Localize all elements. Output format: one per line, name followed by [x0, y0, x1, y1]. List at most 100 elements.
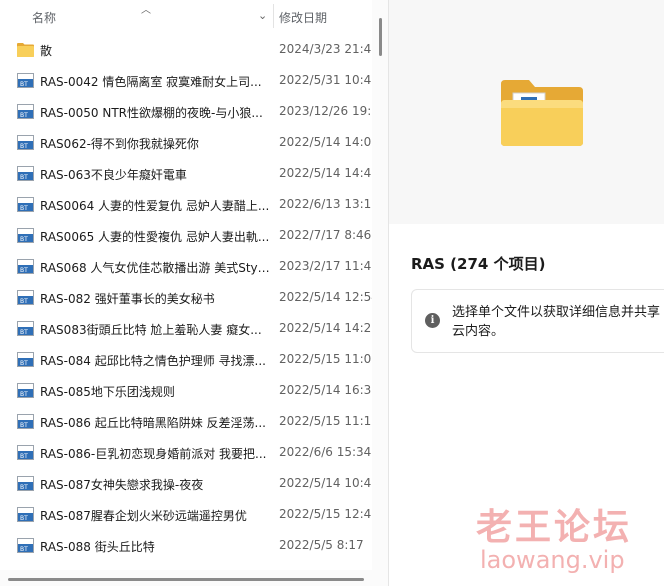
torrent-file-icon: BT	[17, 445, 34, 460]
file-name: RAS-086-巨乳初恋现身婚前派对 我要把...	[40, 447, 267, 461]
torrent-file-icon: BT	[17, 166, 34, 181]
torrent-file-icon: BT	[17, 290, 34, 305]
svg-text:BT: BT	[20, 329, 28, 336]
svg-text:BT: BT	[20, 298, 28, 305]
file-row[interactable]: BT RAS-088 街头丘比特 2022/5/5 8:17	[0, 530, 372, 561]
svg-text:BT: BT	[20, 267, 28, 274]
file-date: 2023/2/17 11:49	[279, 259, 372, 273]
file-row[interactable]: BT RAS-082 强奸董事长的美女秘书 2022/5/14 12:54	[0, 282, 372, 313]
column-separator[interactable]	[273, 4, 274, 28]
file-row[interactable]: BT RAS0065 人妻的性愛複仇 忌妒人妻出軌... 2022/7/17 8:4…	[0, 220, 372, 251]
file-date: 2023/12/26 19:2	[279, 104, 372, 118]
file-row[interactable]: BT RAS-086 起丘比特暗黑陷阱妹 反差淫荡... 2022/5/15 11:…	[0, 406, 372, 437]
svg-text:BT: BT	[20, 391, 28, 398]
file-row[interactable]: BT RAS-087女神失戀求我操-夜夜 2022/5/14 10:42	[0, 468, 372, 499]
vertical-scrollbar[interactable]	[372, 0, 388, 586]
file-date: 2022/5/14 12:54	[279, 290, 372, 304]
file-row[interactable]: BT RAS-0042 情色隔离室 寂寞难耐女上司... 2022/5/31 10:…	[0, 65, 372, 96]
file-name: RAS-087女神失戀求我操-夜夜	[40, 478, 204, 492]
torrent-file-icon: BT	[17, 135, 34, 150]
file-row[interactable]: BT RAS068 人气女优佳芯散播出游 美式Styl... 2023/2/17 1…	[0, 251, 372, 282]
svg-text:BT: BT	[20, 143, 28, 150]
info-text: 选择单个文件以获取详细信息并共享云内容。	[452, 305, 661, 339]
torrent-file-icon: BT	[17, 383, 34, 398]
torrent-file-icon: BT	[17, 228, 34, 243]
file-name: 散	[40, 44, 53, 58]
torrent-file-icon: BT	[17, 507, 34, 522]
file-name: RAS-085地下乐团浅规则	[40, 385, 175, 399]
file-row[interactable]: BT RAS-087腥春企划火米砂远端遥控男优 2022/5/15 12:42	[0, 499, 372, 530]
file-name: RAS-0042 情色隔离室 寂寞难耐女上司...	[40, 75, 262, 89]
svg-text:BT: BT	[20, 546, 28, 553]
file-name: RAS-0050 NTR性欲爆棚的夜晚-与小狼...	[40, 106, 263, 120]
file-date: 2022/5/14 14:06	[279, 135, 372, 149]
svg-text:BT: BT	[20, 236, 28, 243]
column-header: 名称 ︿ ⌄ 修改日期	[0, 0, 372, 34]
file-row[interactable]: BT RAS-084 起邱比特之情色护理师 寻找漂... 2022/5/15 11:…	[0, 344, 372, 375]
file-name: RAS-087腥春企划火米砂远端遥控男优	[40, 509, 247, 523]
file-name: RAS068 人气女优佳芯散播出游 美式Styl...	[40, 261, 270, 275]
file-date: 2022/5/31 10:45	[279, 73, 372, 87]
file-name: RAS-088 街头丘比特	[40, 540, 155, 554]
torrent-file-icon: BT	[17, 476, 34, 491]
file-date: 2022/7/17 8:46	[279, 228, 372, 242]
folder-icon	[17, 42, 34, 57]
file-name: RAS-084 起邱比特之情色护理师 寻找漂...	[40, 354, 266, 368]
torrent-file-icon: BT	[17, 352, 34, 367]
file-name: RAS083街頭丘比特 尬上羞恥人妻 癡女...	[40, 323, 262, 337]
column-date-header[interactable]: 修改日期	[279, 9, 327, 26]
file-date: 2022/6/13 13:11	[279, 197, 372, 211]
file-date: 2022/5/15 11:09	[279, 352, 372, 366]
torrent-file-icon: BT	[17, 414, 34, 429]
file-list-pane: 名称 ︿ ⌄ 修改日期 散 2024/3/23 21:43 BT RAS-0042 情…	[0, 0, 388, 586]
file-row[interactable]: 散 2024/3/23 21:43	[0, 34, 372, 65]
svg-text:BT: BT	[20, 174, 28, 181]
file-date: 2022/5/5 8:17	[279, 538, 364, 552]
file-date: 2022/6/6 15:34	[279, 445, 372, 459]
watermark-title: 老王论坛	[476, 507, 633, 548]
file-name: RAS-082 强奸董事长的美女秘书	[40, 292, 215, 306]
file-row[interactable]: BT RAS-085地下乐团浅规则 2022/5/14 16:31	[0, 375, 372, 406]
folder-preview-icon: BT	[501, 80, 583, 146]
svg-text:BT: BT	[20, 81, 28, 88]
file-name: RAS0065 人妻的性愛複仇 忌妒人妻出軌...	[40, 230, 270, 244]
file-date: 2022/5/14 16:31	[279, 383, 372, 397]
file-row[interactable]: BT RAS083街頭丘比特 尬上羞恥人妻 癡女... 2022/5/14 14:2…	[0, 313, 372, 344]
file-name: RAS062-得不到你我就操死你	[40, 137, 199, 151]
file-row[interactable]: BT RAS062-得不到你我就操死你 2022/5/14 14:06	[0, 127, 372, 158]
file-date: 2022/5/14 10:42	[279, 476, 372, 490]
file-date: 2022/5/15 11:12	[279, 414, 372, 428]
file-row[interactable]: BT RAS-086-巨乳初恋现身婚前派对 我要把... 2022/6/6 15:3…	[0, 437, 372, 468]
column-name-header[interactable]: 名称	[32, 9, 56, 26]
torrent-file-icon: BT	[17, 104, 34, 119]
horizontal-scroll-thumb[interactable]	[8, 578, 364, 581]
svg-text:BT: BT	[20, 484, 28, 491]
sort-up-icon: ︿	[141, 5, 151, 16]
vertical-scroll-thumb[interactable]	[379, 18, 382, 56]
folder-title: RAS (274 个项目)	[411, 255, 546, 273]
info-icon: i	[425, 313, 440, 328]
svg-text:BT: BT	[20, 515, 28, 522]
svg-text:BT: BT	[20, 205, 28, 212]
svg-text:BT: BT	[20, 422, 28, 429]
chevron-down-icon[interactable]: ⌄	[258, 9, 267, 22]
svg-text:BT: BT	[20, 360, 28, 367]
file-name: RAS-063不良少年癡奸電車	[40, 168, 187, 182]
torrent-file-icon: BT	[17, 73, 34, 88]
info-box: i 选择单个文件以获取详细信息并共享云内容。	[411, 289, 664, 353]
file-name: RAS-086 起丘比特暗黑陷阱妹 反差淫荡...	[40, 416, 266, 430]
file-date: 2024/3/23 21:43	[279, 42, 372, 56]
file-row[interactable]: BT RAS-063不良少年癡奸電車 2022/5/14 14:47	[0, 158, 372, 189]
torrent-file-icon: BT	[17, 538, 34, 553]
file-name: RAS0064 人妻的性爱复仇 忌妒人妻醋上...	[40, 199, 270, 213]
file-date: 2022/5/15 12:42	[279, 507, 372, 521]
file-date: 2022/5/14 14:47	[279, 166, 372, 180]
file-row[interactable]: BT RAS-0050 NTR性欲爆棚的夜晚-与小狼... 2023/12/26 1…	[0, 96, 372, 127]
watermark-url: laowang.vip	[480, 546, 625, 574]
svg-text:BT: BT	[20, 453, 28, 460]
file-row[interactable]: BT RAS0064 人妻的性爱复仇 忌妒人妻醋上... 2022/6/13 13:…	[0, 189, 372, 220]
torrent-file-icon: BT	[17, 197, 34, 212]
horizontal-scrollbar[interactable]	[0, 570, 372, 586]
torrent-file-icon: BT	[17, 259, 34, 274]
file-date: 2022/5/14 14:27	[279, 321, 372, 335]
